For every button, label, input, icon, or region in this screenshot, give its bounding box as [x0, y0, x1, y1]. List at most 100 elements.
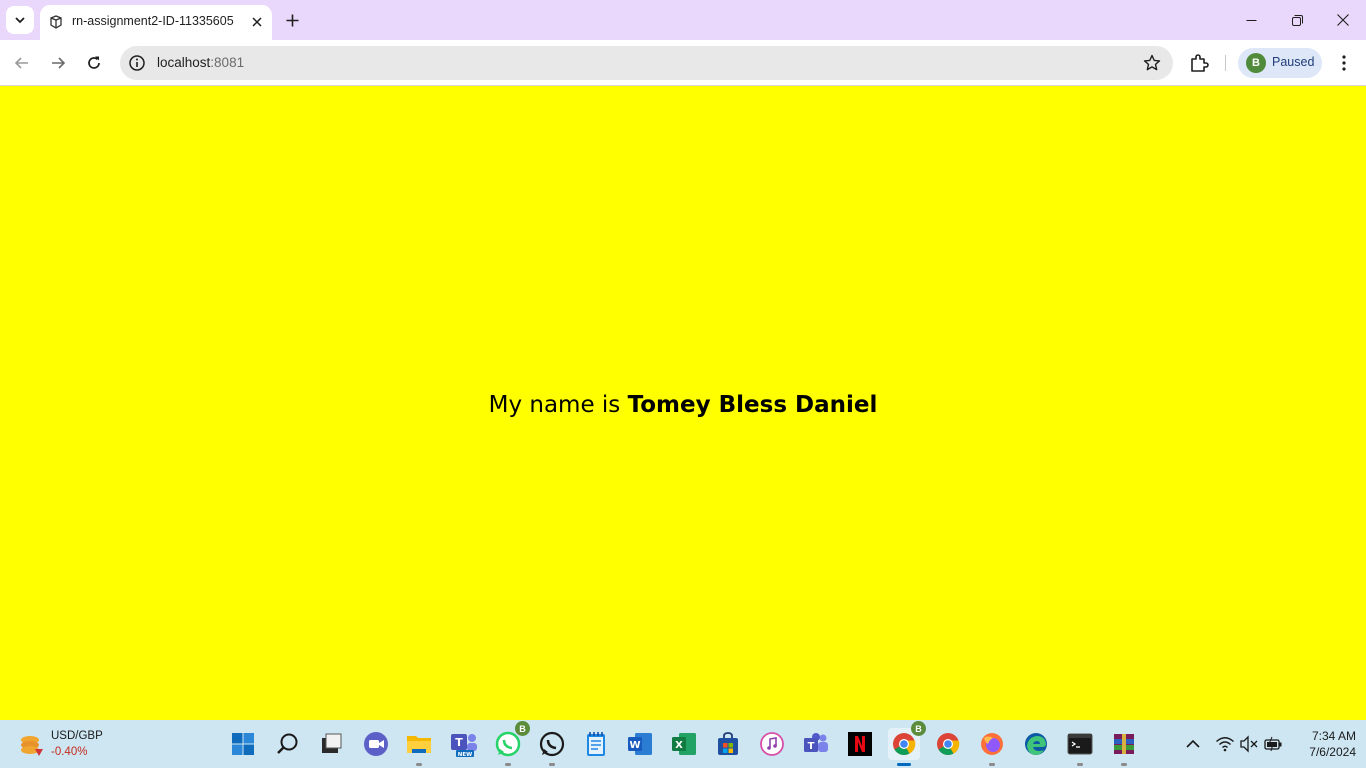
- svg-text:W: W: [629, 740, 640, 751]
- start-button[interactable]: [227, 728, 259, 760]
- taskbar-app-itunes[interactable]: [756, 728, 788, 760]
- chevron-up-icon[interactable]: [1183, 734, 1203, 754]
- svg-text:X: X: [675, 740, 683, 751]
- taskbar-app-winrar[interactable]: [1108, 728, 1140, 766]
- name-statement: My name is Tomey Bless Daniel: [0, 392, 1366, 418]
- task-view-button[interactable]: [315, 728, 347, 760]
- wifi-icon[interactable]: [1215, 734, 1235, 754]
- restore-icon: [1291, 14, 1303, 26]
- url-host: localhost: [157, 55, 211, 70]
- running-indicator: [989, 763, 995, 766]
- minimize-button[interactable]: [1228, 0, 1274, 40]
- more-vertical-icon: [1342, 55, 1346, 71]
- browser-menu-button[interactable]: [1334, 52, 1354, 74]
- active-indicator: [897, 763, 911, 766]
- taskbar: USD/GBP -0.40% T NEW B W X T B 7:34 AM 7…: [0, 720, 1366, 768]
- address-bar[interactable]: localhost:8081: [120, 46, 1173, 80]
- whatsapp-icon: [539, 731, 565, 757]
- profile-status: Paused: [1272, 55, 1315, 69]
- taskbar-app-chrome[interactable]: [932, 728, 964, 760]
- bookmark-star-icon[interactable]: [1143, 54, 1161, 72]
- close-window-button[interactable]: [1320, 0, 1366, 40]
- excel-icon: X: [672, 733, 696, 755]
- back-button[interactable]: [9, 50, 35, 76]
- taskbar-app-terminal[interactable]: [1064, 728, 1096, 766]
- video-call-icon: [364, 732, 388, 756]
- taskbar-app-meet[interactable]: [360, 728, 392, 760]
- search-icon: [277, 733, 298, 754]
- react-native-favicon-icon: [50, 15, 62, 29]
- edge-icon: [1025, 733, 1047, 755]
- taskbar-search-button[interactable]: [272, 728, 304, 760]
- restore-button[interactable]: [1274, 0, 1320, 40]
- chrome-icon: [893, 733, 916, 755]
- terminal-icon: [1067, 733, 1093, 755]
- browser-toolbar: localhost:8081 B Paused: [0, 40, 1366, 86]
- minimize-icon: [1246, 19, 1256, 21]
- extensions-puzzle-icon[interactable]: [1188, 52, 1210, 74]
- close-icon: [1337, 14, 1349, 26]
- running-indicator: [505, 763, 511, 766]
- svg-text:T: T: [455, 736, 463, 749]
- music-icon: [760, 732, 784, 756]
- site-info-icon[interactable]: [128, 54, 146, 72]
- url-text[interactable]: localhost:8081: [157, 55, 244, 70]
- browser-tab[interactable]: rn-assignment2-ID-11335605: [40, 5, 272, 40]
- running-indicator: [416, 763, 422, 766]
- svg-text:NEW: NEW: [458, 752, 472, 757]
- teams-icon: T: [804, 733, 828, 752]
- running-indicator: [1121, 763, 1127, 766]
- tab-close-button[interactable]: [248, 13, 266, 31]
- plus-icon: [286, 14, 298, 26]
- widget-title: USD/GBP: [51, 730, 103, 742]
- tab-search-button[interactable]: [6, 6, 34, 34]
- taskbar-app-teams[interactable]: T: [800, 728, 832, 760]
- netflix-icon: [848, 732, 872, 756]
- windows-start-icon: [232, 733, 254, 755]
- taskbar-app-notepad[interactable]: [580, 728, 612, 760]
- taskbar-app-edge[interactable]: [1020, 728, 1052, 760]
- url-port: :8081: [210, 55, 245, 70]
- avatar: B: [1246, 53, 1266, 73]
- chrome-icon: [937, 733, 960, 755]
- battery-charging-icon[interactable]: [1263, 734, 1283, 754]
- winrar-icon: [1114, 734, 1134, 754]
- reload-button[interactable]: [81, 50, 107, 76]
- teams-icon: T NEW: [451, 734, 477, 757]
- word-icon: W: [628, 733, 652, 755]
- folder-icon: [407, 736, 431, 753]
- running-indicator: [549, 763, 555, 766]
- tab-title: rn-assignment2-ID-11335605: [72, 14, 234, 28]
- widget-value: -0.40%: [51, 746, 88, 758]
- whatsapp-icon: [495, 731, 521, 757]
- taskbar-app-firefox[interactable]: [976, 728, 1008, 766]
- taskbar-app-teams-new[interactable]: T NEW: [448, 728, 480, 760]
- clock[interactable]: 7:34 AM 7/6/2024: [1290, 728, 1356, 760]
- close-icon: [252, 17, 262, 27]
- profile-badge: B: [911, 721, 926, 736]
- store-icon: [718, 732, 738, 755]
- new-tab-button[interactable]: [282, 10, 302, 30]
- forward-button[interactable]: [45, 50, 71, 76]
- taskbar-app-store[interactable]: [712, 728, 744, 760]
- taskbar-app-word[interactable]: W: [624, 728, 656, 760]
- chevron-down-icon: [15, 17, 25, 24]
- taskbar-app-excel[interactable]: X: [668, 728, 700, 760]
- toolbar-divider: [1225, 55, 1226, 71]
- taskbar-app-whatsapp-business[interactable]: B: [492, 721, 530, 766]
- name-prefix: My name is: [488, 392, 628, 418]
- profile-button[interactable]: B Paused: [1238, 48, 1322, 78]
- reload-icon: [88, 56, 100, 69]
- tab-strip: rn-assignment2-ID-11335605: [0, 0, 1366, 40]
- firefox-icon: [981, 733, 1003, 755]
- taskbar-app-whatsapp[interactable]: [536, 728, 568, 766]
- notepad-icon: [587, 732, 605, 756]
- full-name: Tomey Bless Daniel: [627, 392, 878, 418]
- profile-badge: B: [515, 721, 530, 736]
- currency-widget[interactable]: USD/GBP -0.40%: [14, 726, 134, 762]
- currency-coins-icon: [21, 736, 43, 756]
- volume-muted-icon[interactable]: [1239, 734, 1259, 754]
- taskbar-app-netflix[interactable]: [844, 728, 876, 760]
- taskbar-app-file-explorer[interactable]: [403, 728, 435, 766]
- taskbar-app-chrome-profile[interactable]: B: [888, 721, 926, 766]
